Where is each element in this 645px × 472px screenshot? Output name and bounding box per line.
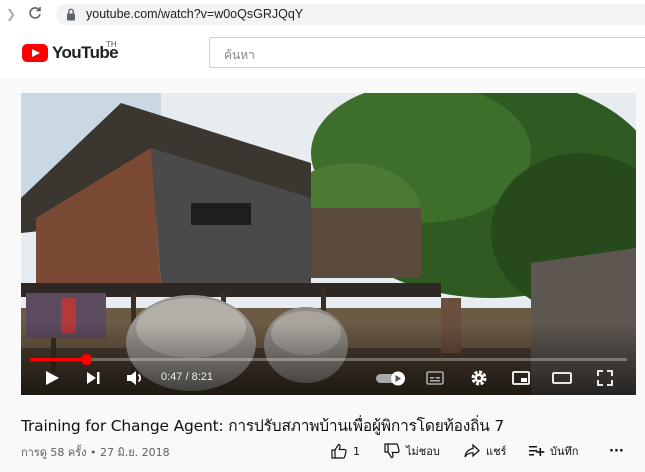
progress-played	[30, 358, 86, 361]
youtube-header: YouTube TH ค้นหา	[0, 28, 645, 78]
like-button[interactable]: 1	[330, 440, 360, 462]
video-title: Training for Change Agent: การปรับสภาพบ้…	[21, 417, 505, 435]
search-placeholder: ค้นหา	[224, 48, 255, 62]
volume-icon[interactable]	[125, 368, 145, 388]
save-label: บันทึก	[550, 445, 579, 458]
video-player[interactable]: 0:47 / 8:21	[21, 93, 636, 395]
share-icon	[464, 443, 480, 458]
progress-bar[interactable]	[30, 358, 627, 361]
save-button[interactable]: บันทึก	[527, 440, 578, 462]
more-icon: ···	[609, 443, 624, 459]
settings-icon[interactable]	[469, 368, 489, 388]
dislike-button[interactable]: ไม่ชอบ	[383, 440, 440, 462]
next-icon[interactable]	[84, 368, 102, 388]
theater-mode-icon[interactable]	[551, 368, 573, 388]
youtube-logo[interactable]: YouTube TH	[22, 40, 132, 67]
miniplayer-icon[interactable]	[511, 368, 531, 388]
subtitles-icon[interactable]	[425, 368, 445, 388]
more-actions-button[interactable]: ···	[609, 440, 624, 462]
video-frame	[21, 93, 636, 395]
autoplay-toggle-icon[interactable]	[375, 368, 409, 388]
url-text: youtube.com/watch?v=w0oQsGRJQqY	[86, 7, 304, 21]
dislike-label: ไม่ชอบ	[406, 445, 440, 458]
country-code: TH	[106, 40, 117, 49]
thumbs-up-icon	[331, 443, 347, 459]
browser-toolbar: ❯ youtube.com/watch?v=w0oQsGRJQqY	[0, 0, 645, 28]
share-button[interactable]: แชร์	[463, 440, 506, 462]
search-input[interactable]: ค้นหา	[209, 37, 645, 68]
thumbs-down-icon	[384, 443, 400, 459]
address-bar[interactable]: youtube.com/watch?v=w0oQsGRJQqY	[56, 4, 645, 25]
youtube-logo-icon	[22, 44, 48, 62]
share-label: แชร์	[486, 445, 507, 458]
scrubber-handle[interactable]	[81, 354, 92, 365]
like-count: 1	[353, 444, 360, 458]
add-to-playlist-icon	[529, 446, 545, 456]
video-meta: การดู 58 ครั้ง • 27 มิ.ย. 2018	[21, 446, 170, 459]
time-display: 0:47 / 8:21	[161, 371, 213, 383]
forward-icon[interactable]: ❯	[6, 8, 16, 20]
reload-icon[interactable]	[28, 6, 42, 20]
play-icon[interactable]	[43, 368, 61, 388]
fullscreen-icon[interactable]	[595, 368, 615, 388]
lock-icon	[67, 8, 75, 21]
